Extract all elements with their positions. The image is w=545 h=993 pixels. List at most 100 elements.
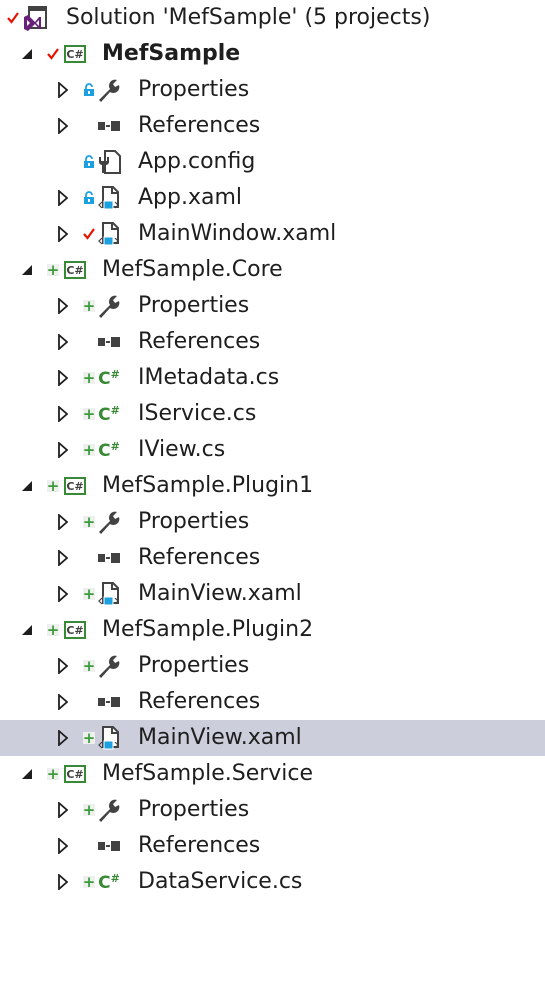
expand-arrow-icon[interactable]: [20, 468, 34, 504]
lock-icon: [82, 72, 96, 108]
tree-item[interactable]: References: [0, 684, 545, 720]
added-plus-icon: +: [46, 477, 60, 495]
item-label: IView.cs: [138, 437, 226, 462]
expand-arrow-icon[interactable]: [56, 288, 70, 324]
xaml-file-icon: [96, 216, 122, 252]
tree-item[interactable]: References: [0, 324, 545, 360]
wrench-icon: [96, 792, 122, 828]
added-plus-icon: +: [82, 657, 96, 675]
expand-arrow-icon[interactable]: [56, 432, 70, 468]
expand-arrow-icon[interactable]: [56, 684, 70, 720]
expand-arrow-icon[interactable]: [56, 216, 70, 252]
added-plus-icon: +: [82, 441, 96, 459]
expand-arrow-icon[interactable]: [20, 252, 34, 288]
tree-item[interactable]: + Properties: [0, 504, 545, 540]
references-icon: [96, 828, 122, 864]
tree-item[interactable]: + C# DataService.cs: [0, 864, 545, 900]
project-label: MefSample.Service: [102, 761, 314, 786]
added-plus-icon: +: [82, 873, 96, 891]
checked-out-icon: [46, 36, 60, 72]
project-label: MefSample: [102, 41, 241, 66]
tree-item[interactable]: + C# IView.cs: [0, 432, 545, 468]
expand-arrow-icon[interactable]: [56, 180, 70, 216]
expand-arrow-icon[interactable]: [56, 324, 70, 360]
item-label: Properties: [138, 509, 250, 534]
tree-item[interactable]: + Properties: [0, 792, 545, 828]
added-plus-icon: +: [82, 405, 96, 423]
solution-node[interactable]: Solution 'MefSample' (5 projects): [0, 0, 545, 36]
xaml-file-icon: [96, 576, 122, 612]
item-label: MainView.xaml: [138, 581, 302, 606]
tree-item[interactable]: + Properties: [0, 648, 545, 684]
expand-arrow-icon[interactable]: [56, 396, 70, 432]
wrench-icon: [96, 288, 122, 324]
item-label: App.xaml: [138, 185, 243, 210]
expand-arrow-icon[interactable]: [56, 108, 70, 144]
csharp-project-icon: C#: [62, 756, 88, 792]
tree-item[interactable]: + MainView.xaml: [0, 720, 545, 756]
xaml-file-icon: [96, 720, 122, 756]
tree-item[interactable]: Properties: [0, 72, 545, 108]
expand-arrow-icon[interactable]: [56, 360, 70, 396]
project-node[interactable]: + C# MefSample.Service: [0, 756, 545, 792]
tree-item[interactable]: MainWindow.xaml: [0, 216, 545, 252]
item-label: DataService.cs: [138, 869, 303, 894]
references-icon: [96, 684, 122, 720]
wrench-icon: [96, 648, 122, 684]
added-plus-icon: +: [46, 621, 60, 639]
expand-arrow-icon[interactable]: [56, 72, 70, 108]
item-label: MainWindow.xaml: [138, 221, 337, 246]
tree-item[interactable]: References: [0, 108, 545, 144]
tree-item[interactable]: + Properties: [0, 288, 545, 324]
project-label: MefSample.Core: [102, 257, 283, 282]
tree-item[interactable]: References: [0, 540, 545, 576]
expand-arrow-icon[interactable]: [56, 540, 70, 576]
item-label: Properties: [138, 797, 250, 822]
tree-item[interactable]: References: [0, 828, 545, 864]
references-icon: [96, 108, 122, 144]
expand-arrow-icon[interactable]: [20, 756, 34, 792]
checked-out-icon: [6, 0, 20, 36]
csharp-project-icon: C#: [62, 612, 88, 648]
solution-explorer-tree: Solution 'MefSample' (5 projects) C# MefS…: [0, 0, 545, 900]
added-plus-icon: +: [46, 765, 60, 783]
expand-arrow-icon[interactable]: [56, 720, 70, 756]
csharp-project-icon: C#: [62, 252, 88, 288]
project-node[interactable]: C# MefSample: [0, 36, 545, 72]
project-node[interactable]: + C# MefSample.Plugin1: [0, 468, 545, 504]
item-label: App.config: [138, 149, 256, 174]
expand-arrow-icon[interactable]: [56, 828, 70, 864]
wrench-icon: [96, 72, 122, 108]
item-label: References: [138, 545, 261, 570]
tree-item[interactable]: + MainView.xaml: [0, 576, 545, 612]
checked-out-icon: [82, 216, 96, 252]
expand-arrow-icon[interactable]: [56, 576, 70, 612]
item-label: Properties: [138, 653, 250, 678]
project-label: MefSample.Plugin2: [102, 617, 314, 642]
added-plus-icon: +: [82, 585, 96, 603]
lock-icon: [82, 144, 96, 180]
expand-arrow-icon[interactable]: [20, 36, 34, 72]
tree-item[interactable]: + C# IMetadata.cs: [0, 360, 545, 396]
expand-arrow-icon[interactable]: [56, 792, 70, 828]
csharp-file-icon: C#: [98, 367, 120, 389]
expand-arrow-icon[interactable]: [56, 648, 70, 684]
added-plus-icon: +: [82, 513, 96, 531]
expand-arrow-icon[interactable]: [56, 864, 70, 900]
item-label: References: [138, 113, 261, 138]
item-label: References: [138, 833, 261, 858]
tree-item[interactable]: + C# IService.cs: [0, 396, 545, 432]
item-label: References: [138, 329, 261, 354]
visual-studio-solution-icon: [22, 0, 48, 36]
csharp-file-icon: C#: [98, 871, 120, 893]
expand-arrow-icon[interactable]: [56, 504, 70, 540]
project-node[interactable]: + C# MefSample.Plugin2: [0, 612, 545, 648]
item-label: MainView.xaml: [138, 725, 302, 750]
tree-item[interactable]: App.config: [0, 144, 545, 180]
project-node[interactable]: + C# MefSample.Core: [0, 252, 545, 288]
expand-arrow-icon[interactable]: [20, 612, 34, 648]
wrench-icon: [96, 504, 122, 540]
tree-item[interactable]: App.xaml: [0, 180, 545, 216]
item-label: Properties: [138, 293, 250, 318]
added-plus-icon: +: [46, 261, 60, 279]
